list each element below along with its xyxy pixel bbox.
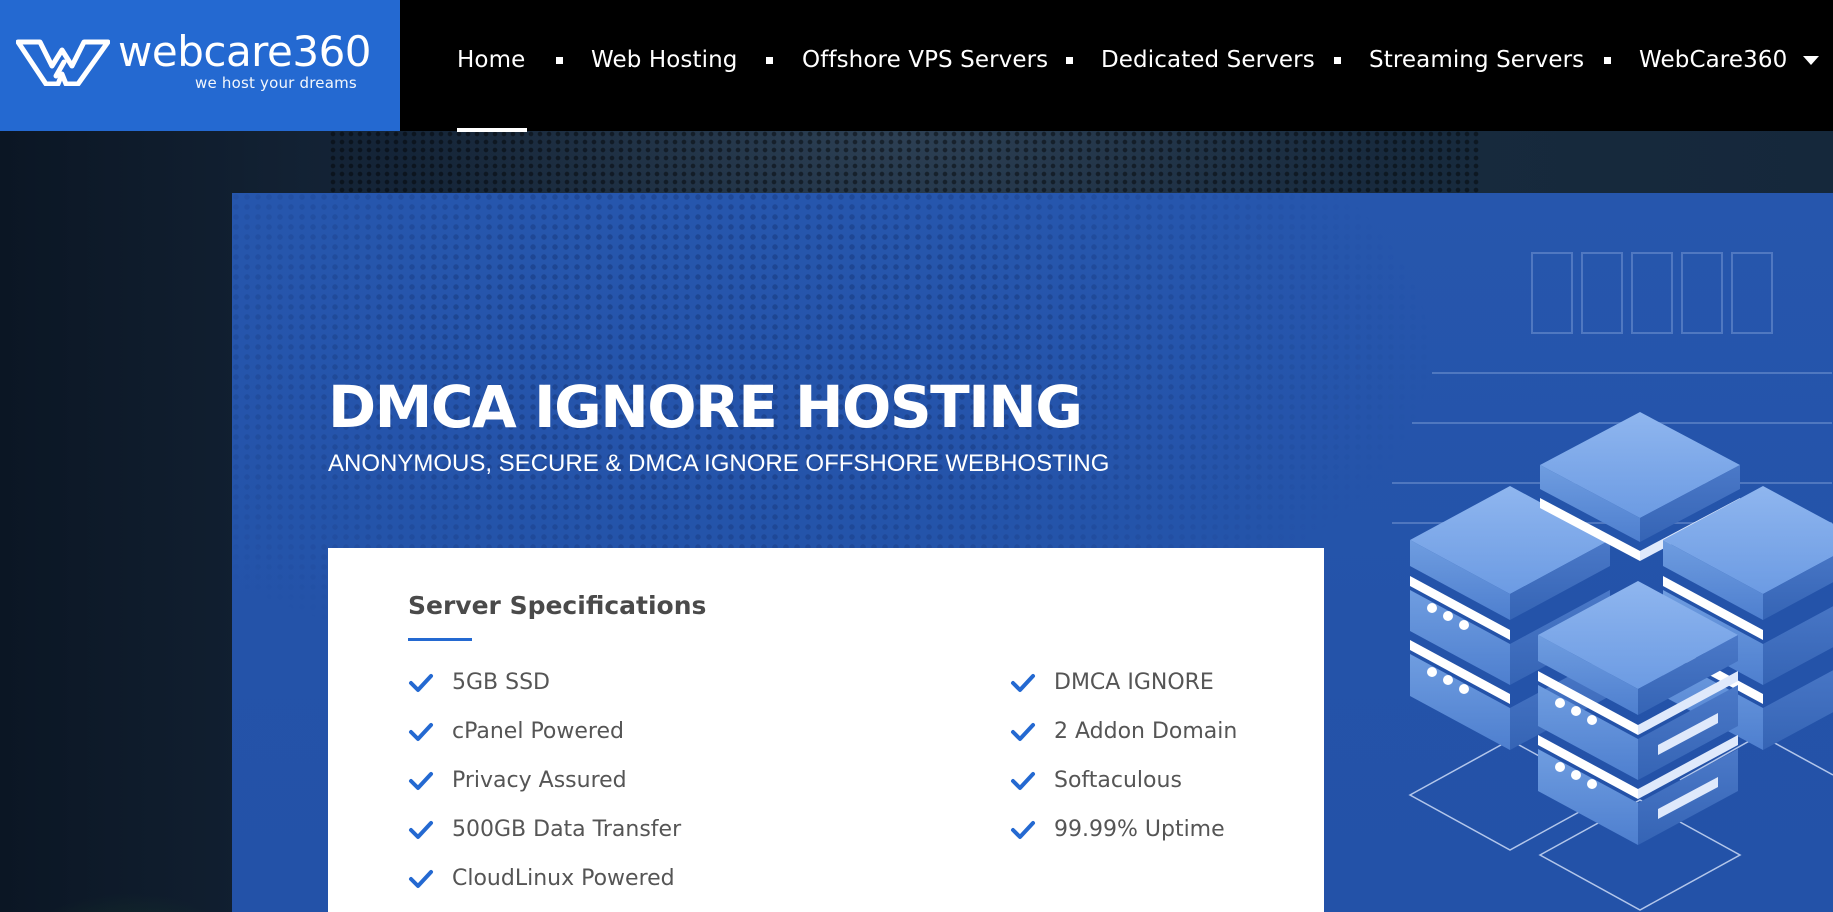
nav-separator <box>1604 57 1611 64</box>
logo-w-icon <box>16 39 110 86</box>
nav-item-offshore-vps[interactable]: Offshore VPS Servers <box>802 44 1048 76</box>
nav-active-indicator <box>457 128 527 132</box>
nav-item-home[interactable]: Home <box>457 44 525 76</box>
spec-label: Privacy Assured <box>452 768 627 793</box>
spec-label: Softaculous <box>1054 768 1182 793</box>
spec-label: 500GB Data Transfer <box>452 817 682 842</box>
title-underline <box>408 638 472 641</box>
checkmark-icon <box>409 870 433 888</box>
checkmark-icon <box>1011 674 1035 692</box>
nav-separator <box>1334 57 1341 64</box>
spec-label: 5GB SSD <box>452 670 551 695</box>
caret-down-icon[interactable] <box>1803 56 1819 65</box>
checkmark-icon <box>1011 772 1035 790</box>
top-navbar: webcare360 we host your dreams Home Web … <box>0 0 1833 132</box>
checkmark-icon <box>1011 821 1035 839</box>
spec-label: cPanel Powered <box>452 719 624 744</box>
nav-item-streaming-servers[interactable]: Streaming Servers <box>1369 44 1584 76</box>
checkmark-icon <box>409 821 433 839</box>
spec-label: DMCA IGNORE <box>1054 670 1214 695</box>
brand-name: webcare360 <box>118 27 372 76</box>
card-title: Server Specifications <box>408 591 707 620</box>
hero-title: DMCA IGNORE HOSTING <box>328 373 1083 441</box>
nav-item-webcare360[interactable]: WebCare360 <box>1639 44 1787 76</box>
server-stack-illustration <box>1408 412 1833 911</box>
checkmark-icon <box>409 674 433 692</box>
checkmark-icon <box>409 772 433 790</box>
brand-tagline: we host your dreams <box>195 74 357 92</box>
server-specifications-card: Server Specifications 5GB SSD cPanel Pow… <box>328 548 1324 912</box>
spec-label: CloudLinux Powered <box>452 866 675 891</box>
spec-label: 99.99% Uptime <box>1054 817 1225 842</box>
nav-separator <box>556 57 563 64</box>
nav-separator <box>766 57 773 64</box>
nav-item-web-hosting[interactable]: Web Hosting <box>591 44 738 76</box>
site-logo[interactable]: webcare360 we host your dreams <box>0 0 400 131</box>
checkmark-icon <box>409 723 433 741</box>
nav-separator <box>1066 57 1073 64</box>
checkmark-icon <box>1011 723 1035 741</box>
nav-item-dedicated-servers[interactable]: Dedicated Servers <box>1101 44 1315 76</box>
spec-label: 2 Addon Domain <box>1054 719 1238 744</box>
hero-subtitle: ANONYMOUS, SECURE & DMCA IGNORE OFFSHORE… <box>328 450 1110 477</box>
